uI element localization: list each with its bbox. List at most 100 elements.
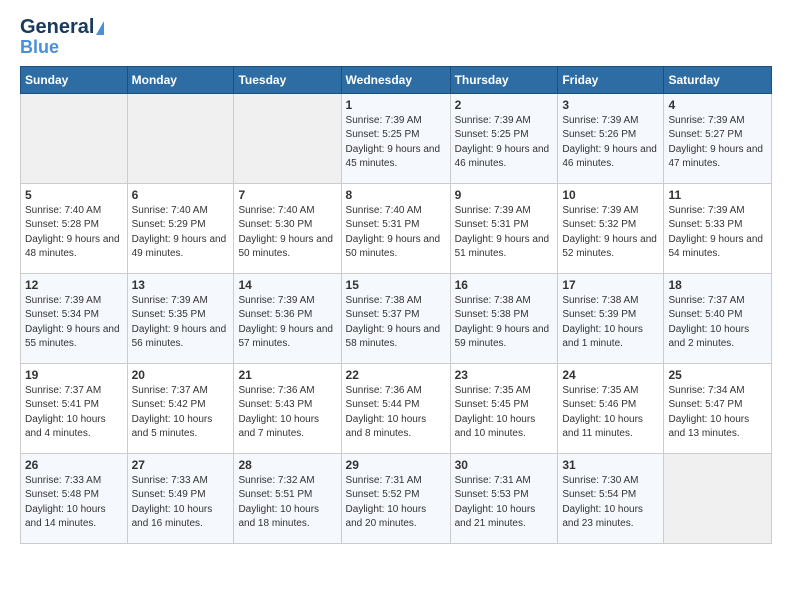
day-number: 22 <box>346 368 446 382</box>
calendar-day-cell: 22 Sunrise: 7:36 AM Sunset: 5:44 PM Dayli… <box>341 363 450 453</box>
weekday-header: Friday <box>558 66 664 93</box>
day-number: 19 <box>25 368 123 382</box>
day-number: 30 <box>455 458 554 472</box>
day-info: Sunrise: 7:37 AM Sunset: 5:41 PM Dayligh… <box>25 384 123 442</box>
day-info: Sunrise: 7:39 AM Sunset: 5:32 PM Dayligh… <box>562 204 659 262</box>
day-number: 14 <box>238 278 336 292</box>
day-number: 7 <box>238 188 336 202</box>
calendar-day-cell: 19 Sunrise: 7:37 AM Sunset: 5:41 PM Dayli… <box>21 363 128 453</box>
calendar-day-cell: 3 Sunrise: 7:39 AM Sunset: 5:26 PM Daylig… <box>558 93 664 183</box>
day-info: Sunrise: 7:34 AM Sunset: 5:47 PM Dayligh… <box>668 384 767 442</box>
calendar-body: 1 Sunrise: 7:39 AM Sunset: 5:25 PM Daylig… <box>21 93 772 543</box>
calendar-week-row: 12Sunrise: 7:39 AM Sunset: 5:34 PM Dayli… <box>21 273 772 363</box>
day-number: 15 <box>346 278 446 292</box>
day-number: 3 <box>562 98 659 112</box>
calendar-day-cell: 24 Sunrise: 7:35 AM Sunset: 5:46 PM Dayli… <box>558 363 664 453</box>
calendar-day-cell: 9 Sunrise: 7:39 AM Sunset: 5:31 PM Daylig… <box>450 183 558 273</box>
calendar-day-cell: 1 Sunrise: 7:39 AM Sunset: 5:25 PM Daylig… <box>341 93 450 183</box>
logo: General Blue <box>20 16 104 58</box>
day-number: 8 <box>346 188 446 202</box>
day-info: Sunrise: 7:37 AM Sunset: 5:42 PM Dayligh… <box>132 384 230 442</box>
day-info: Sunrise: 7:33 AM Sunset: 5:48 PM Dayligh… <box>25 474 123 532</box>
calendar-week-row: 19 Sunrise: 7:37 AM Sunset: 5:41 PM Dayli… <box>21 363 772 453</box>
day-number: 4 <box>668 98 767 112</box>
day-info: Sunrise: 7:32 AM Sunset: 5:51 PM Dayligh… <box>238 474 336 532</box>
day-info: Sunrise: 7:31 AM Sunset: 5:52 PM Dayligh… <box>346 474 446 532</box>
calendar-week-row: 1 Sunrise: 7:39 AM Sunset: 5:25 PM Daylig… <box>21 93 772 183</box>
day-info: Sunrise: 7:39 AM Sunset: 5:34 PM Dayligh… <box>25 294 123 352</box>
day-number: 11 <box>668 188 767 202</box>
weekday-header: Thursday <box>450 66 558 93</box>
day-number: 31 <box>562 458 659 472</box>
day-number: 5 <box>25 188 123 202</box>
logo-text: General <box>20 16 104 38</box>
day-number: 1 <box>346 98 446 112</box>
day-info: Sunrise: 7:39 AM Sunset: 5:25 PM Dayligh… <box>346 114 446 172</box>
calendar-day-cell: 27Sunrise: 7:33 AM Sunset: 5:49 PM Dayli… <box>127 453 234 543</box>
day-info: Sunrise: 7:40 AM Sunset: 5:28 PM Dayligh… <box>25 204 123 262</box>
day-info: Sunrise: 7:31 AM Sunset: 5:53 PM Dayligh… <box>455 474 554 532</box>
calendar-day-cell: 7Sunrise: 7:40 AM Sunset: 5:30 PM Daylig… <box>234 183 341 273</box>
day-number: 24 <box>562 368 659 382</box>
day-number: 17 <box>562 278 659 292</box>
calendar-day-cell: 30 Sunrise: 7:31 AM Sunset: 5:53 PM Dayli… <box>450 453 558 543</box>
day-number: 18 <box>668 278 767 292</box>
calendar-day-cell <box>234 93 341 183</box>
day-info: Sunrise: 7:33 AM Sunset: 5:49 PM Dayligh… <box>132 474 230 532</box>
day-info: Sunrise: 7:39 AM Sunset: 5:31 PM Dayligh… <box>455 204 554 262</box>
calendar-day-cell <box>127 93 234 183</box>
day-info: Sunrise: 7:36 AM Sunset: 5:44 PM Dayligh… <box>346 384 446 442</box>
calendar-day-cell: 13Sunrise: 7:39 AM Sunset: 5:35 PM Dayli… <box>127 273 234 363</box>
day-info: Sunrise: 7:36 AM Sunset: 5:43 PM Dayligh… <box>238 384 336 442</box>
calendar-day-cell: 11 Sunrise: 7:39 AM Sunset: 5:33 PM Dayli… <box>664 183 772 273</box>
day-info: Sunrise: 7:39 AM Sunset: 5:25 PM Dayligh… <box>455 114 554 172</box>
calendar-day-cell: 20 Sunrise: 7:37 AM Sunset: 5:42 PM Dayli… <box>127 363 234 453</box>
weekday-row: SundayMondayTuesdayWednesdayThursdayFrid… <box>21 66 772 93</box>
calendar-week-row: 5 Sunrise: 7:40 AM Sunset: 5:28 PM Daylig… <box>21 183 772 273</box>
calendar-day-cell: 10 Sunrise: 7:39 AM Sunset: 5:32 PM Dayli… <box>558 183 664 273</box>
weekday-header: Saturday <box>664 66 772 93</box>
calendar-day-cell: 16 Sunrise: 7:38 AM Sunset: 5:38 PM Dayli… <box>450 273 558 363</box>
weekday-header: Wednesday <box>341 66 450 93</box>
calendar-header: SundayMondayTuesdayWednesdayThursdayFrid… <box>21 66 772 93</box>
calendar-day-cell: 4 Sunrise: 7:39 AM Sunset: 5:27 PM Daylig… <box>664 93 772 183</box>
calendar-day-cell <box>21 93 128 183</box>
calendar-day-cell: 6Sunrise: 7:40 AM Sunset: 5:29 PM Daylig… <box>127 183 234 273</box>
day-number: 2 <box>455 98 554 112</box>
day-number: 13 <box>132 278 230 292</box>
calendar-day-cell: 26 Sunrise: 7:33 AM Sunset: 5:48 PM Dayli… <box>21 453 128 543</box>
weekday-header: Tuesday <box>234 66 341 93</box>
day-info: Sunrise: 7:40 AM Sunset: 5:31 PM Dayligh… <box>346 204 446 262</box>
day-number: 29 <box>346 458 446 472</box>
day-number: 16 <box>455 278 554 292</box>
day-info: Sunrise: 7:39 AM Sunset: 5:27 PM Dayligh… <box>668 114 767 172</box>
calendar: SundayMondayTuesdayWednesdayThursdayFrid… <box>20 66 772 544</box>
calendar-day-cell: 28Sunrise: 7:32 AM Sunset: 5:51 PM Dayli… <box>234 453 341 543</box>
logo-blue: Blue <box>20 38 59 58</box>
day-info: Sunrise: 7:39 AM Sunset: 5:33 PM Dayligh… <box>668 204 767 262</box>
calendar-day-cell: 2 Sunrise: 7:39 AM Sunset: 5:25 PM Daylig… <box>450 93 558 183</box>
calendar-day-cell: 25Sunrise: 7:34 AM Sunset: 5:47 PM Dayli… <box>664 363 772 453</box>
day-number: 26 <box>25 458 123 472</box>
day-number: 10 <box>562 188 659 202</box>
day-info: Sunrise: 7:30 AM Sunset: 5:54 PM Dayligh… <box>562 474 659 532</box>
day-info: Sunrise: 7:38 AM Sunset: 5:38 PM Dayligh… <box>455 294 554 352</box>
calendar-day-cell: 29 Sunrise: 7:31 AM Sunset: 5:52 PM Dayli… <box>341 453 450 543</box>
weekday-header: Monday <box>127 66 234 93</box>
weekday-header: Sunday <box>21 66 128 93</box>
header: General Blue <box>20 16 772 58</box>
day-info: Sunrise: 7:38 AM Sunset: 5:37 PM Dayligh… <box>346 294 446 352</box>
day-number: 9 <box>455 188 554 202</box>
day-number: 20 <box>132 368 230 382</box>
calendar-day-cell: 31 Sunrise: 7:30 AM Sunset: 5:54 PM Dayli… <box>558 453 664 543</box>
day-info: Sunrise: 7:38 AM Sunset: 5:39 PM Dayligh… <box>562 294 659 352</box>
calendar-day-cell <box>664 453 772 543</box>
calendar-day-cell: 18 Sunrise: 7:37 AM Sunset: 5:40 PM Dayli… <box>664 273 772 363</box>
day-number: 23 <box>455 368 554 382</box>
day-info: Sunrise: 7:37 AM Sunset: 5:40 PM Dayligh… <box>668 294 767 352</box>
day-number: 21 <box>238 368 336 382</box>
day-info: Sunrise: 7:35 AM Sunset: 5:46 PM Dayligh… <box>562 384 659 442</box>
day-info: Sunrise: 7:39 AM Sunset: 5:26 PM Dayligh… <box>562 114 659 172</box>
calendar-day-cell: 17 Sunrise: 7:38 AM Sunset: 5:39 PM Dayli… <box>558 273 664 363</box>
day-number: 6 <box>132 188 230 202</box>
